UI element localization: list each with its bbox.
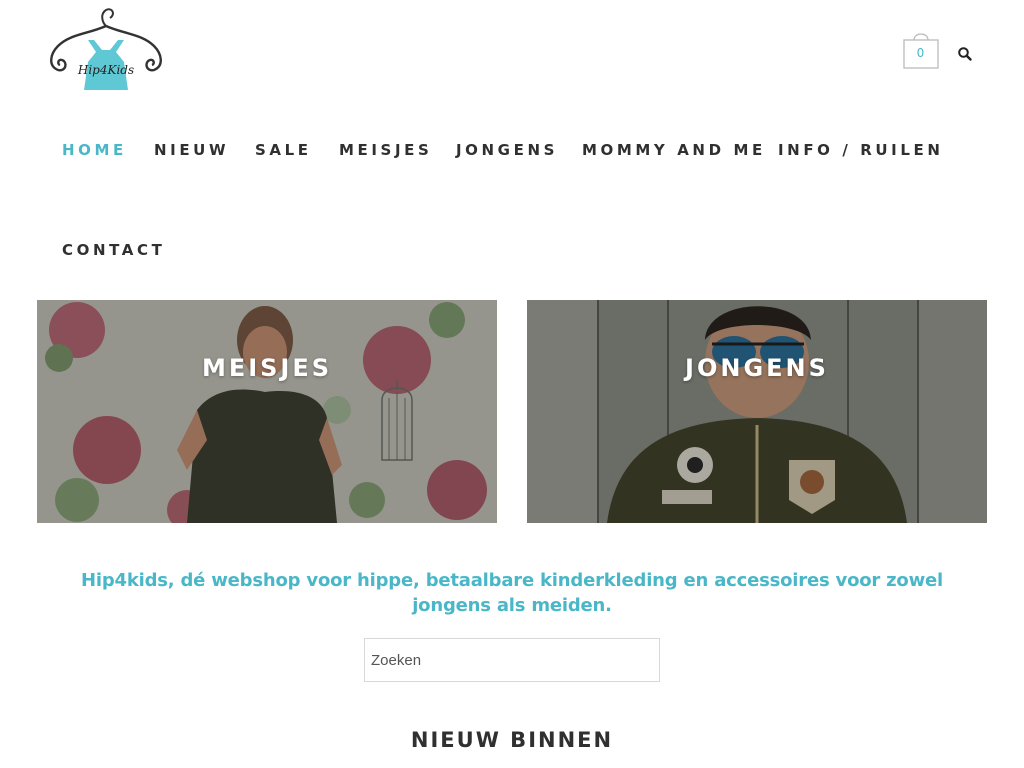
nav-item-mommy-and-me[interactable]: MOMMY AND ME — [582, 140, 766, 160]
search-icon — [958, 47, 972, 61]
cart-count: 0 — [916, 46, 926, 60]
cart-button[interactable]: 0 — [903, 30, 939, 70]
nav-item-home[interactable]: HOME — [62, 140, 127, 160]
category-label-meisjes: MEISJES — [201, 354, 333, 382]
category-tile-jongens[interactable]: JONGENS — [527, 300, 987, 523]
section-title-nieuw-binnen: NIEUW BINNEN — [410, 728, 614, 752]
nav-item-sale[interactable]: SALE — [255, 140, 312, 160]
tagline: Hip4kids, dé webshop voor hippe, betaalb… — [81, 570, 943, 616]
search-input[interactable] — [364, 638, 660, 682]
category-image-jongens — [527, 300, 987, 523]
nav-item-contact[interactable]: CONTACT — [62, 240, 165, 260]
nav-item-nieuw[interactable]: NIEUW — [154, 140, 229, 160]
logo-text: Hip4Kids — [77, 63, 134, 77]
category-label-jongens: JONGENS — [685, 354, 829, 382]
nav-item-jongens[interactable]: JONGENS — [456, 140, 558, 160]
category-tile-meisjes[interactable]: MEISJES — [37, 300, 497, 523]
site-logo[interactable]: Hip4Kids — [44, 4, 168, 96]
nav-item-info-ruilen[interactable]: INFO / RUILEN — [778, 140, 944, 160]
category-image-meisjes — [37, 300, 497, 523]
nav-item-meisjes[interactable]: MEISJES — [339, 140, 432, 160]
search-button[interactable] — [957, 46, 973, 62]
